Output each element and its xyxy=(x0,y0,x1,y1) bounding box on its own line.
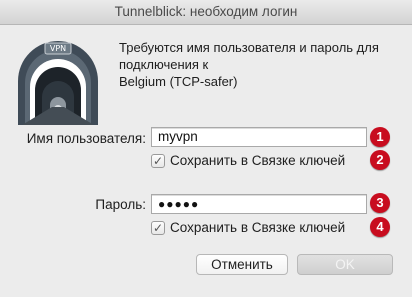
save-password-checkbox-row[interactable]: ✓ Сохранить в Связке ключей xyxy=(151,219,345,236)
save-username-badge: 2 xyxy=(370,150,390,170)
message-line-2: подключения к xyxy=(119,57,209,72)
save-password-label[interactable]: Сохранить в Связке ключей xyxy=(170,220,345,235)
save-username-checkbox-row[interactable]: ✓ Сохранить в Связке ключей xyxy=(151,152,345,169)
save-password-badge: 4 xyxy=(370,217,390,237)
password-label: Пароль: xyxy=(95,197,146,212)
username-badge: 1 xyxy=(370,127,390,147)
username-field[interactable]: myvpn xyxy=(151,127,367,147)
save-username-label[interactable]: Сохранить в Связке ключей xyxy=(170,153,345,168)
tunnelblick-logo-icon: VPN xyxy=(16,37,100,127)
username-label: Имя пользователя: xyxy=(26,131,146,146)
window-title: Tunnelblick: необходим логин xyxy=(0,0,412,25)
message-line-1: Требуются имя пользователя и пароль для xyxy=(119,40,379,55)
save-username-checkbox[interactable]: ✓ xyxy=(151,153,165,168)
login-message: Требуются имя пользователя и пароль для … xyxy=(119,39,399,90)
save-password-checkbox[interactable]: ✓ xyxy=(151,220,165,235)
login-dialog: Tunnelblick: необходим логин VPN Требуют… xyxy=(0,0,412,297)
message-line-3: Belgium (TCP-safer) xyxy=(119,74,238,89)
cancel-button[interactable]: Отменить xyxy=(196,254,288,275)
vpn-badge: VPN xyxy=(49,44,67,53)
ok-button[interactable]: OK xyxy=(297,254,393,275)
password-field[interactable]: ●●●●● xyxy=(151,194,367,214)
password-badge: 3 xyxy=(370,193,390,213)
